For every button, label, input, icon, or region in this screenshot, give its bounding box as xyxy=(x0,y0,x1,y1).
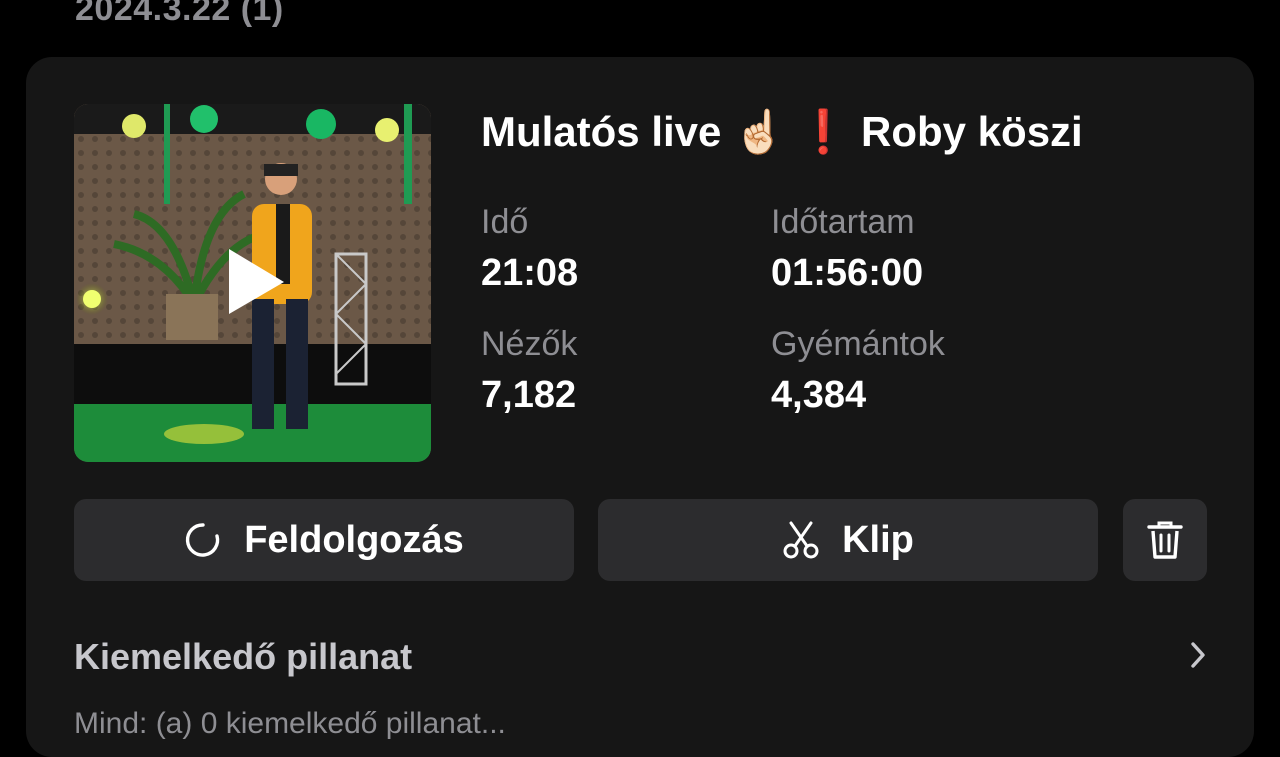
scissors-icon xyxy=(782,520,820,560)
duration-value: 01:56:00 xyxy=(771,252,924,294)
process-label: Feldolgozás xyxy=(244,518,464,561)
live-thumbnail[interactable] xyxy=(74,104,431,462)
clip-label: Klip xyxy=(842,518,914,561)
highlight-summary: Mind: (a) 0 kiemelkedő pillanat... xyxy=(74,707,506,740)
viewers-label: Nézők xyxy=(481,325,578,363)
pointing-up-emoji: ☝🏻 xyxy=(733,107,786,156)
live-title: Mulatós live ☝🏻 ❗ Roby köszi xyxy=(481,107,1083,157)
highlight-title: Kiemelkedő pillanat xyxy=(74,636,413,677)
live-session-card: Mulatós live ☝🏻 ❗ Roby köszi Idő 21:08 I… xyxy=(26,57,1254,757)
trash-icon xyxy=(1146,519,1184,561)
highlight-row[interactable]: Kiemelkedő pillanat xyxy=(74,627,1208,687)
process-button[interactable]: Feldolgozás xyxy=(74,499,574,581)
chevron-right-icon xyxy=(1188,640,1208,675)
delete-button[interactable] xyxy=(1123,499,1207,581)
refresh-icon xyxy=(184,521,222,559)
time-value: 21:08 xyxy=(481,252,579,294)
time-label: Idő xyxy=(481,203,529,241)
title-text: Mulatós live xyxy=(481,108,722,155)
title-suffix: Roby köszi xyxy=(861,108,1083,155)
duration-label: Időtartam xyxy=(771,203,915,241)
diamonds-label: Gyémántok xyxy=(771,325,945,363)
exclamation-emoji: ❗ xyxy=(797,107,850,156)
clip-button[interactable]: Klip xyxy=(598,499,1098,581)
date-header: 2024.3.22 (1) xyxy=(75,0,284,28)
viewers-value: 7,182 xyxy=(481,374,577,416)
stage-photo xyxy=(74,104,431,462)
diamonds-value: 4,384 xyxy=(771,374,867,416)
